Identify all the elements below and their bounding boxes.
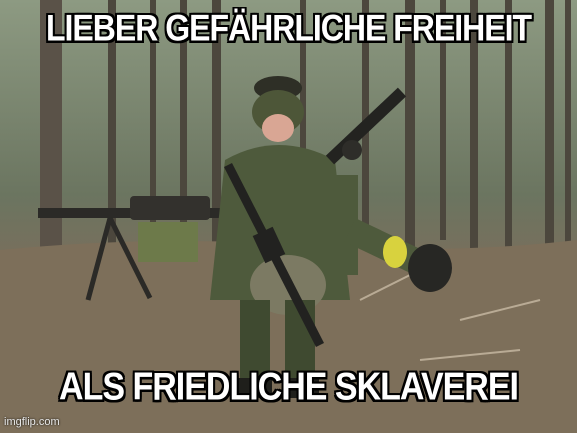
watermark-text: imgflip.com bbox=[4, 416, 60, 428]
meme-image: LIEBER GEFÄHRLICHE FREIHEIT ALS FRIEDLIC… bbox=[0, 0, 577, 433]
bottom-caption: ALS FRIEDLICHE SKLAVEREI bbox=[59, 365, 519, 409]
top-caption: LIEBER GEFÄHRLICHE FREIHEIT bbox=[45, 7, 532, 49]
